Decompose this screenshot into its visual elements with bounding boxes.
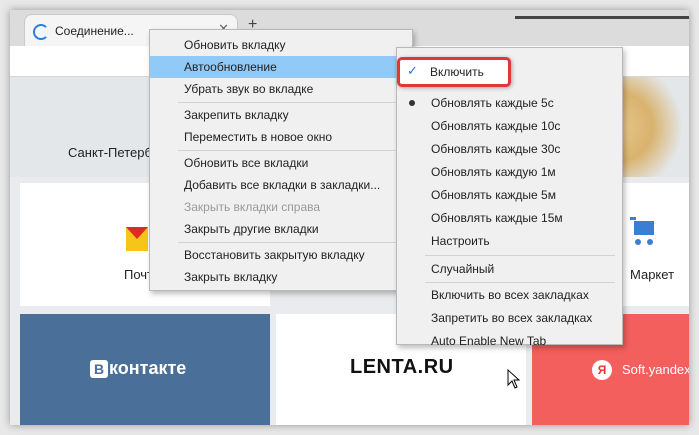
vk-logo: Вконтакте: [90, 358, 186, 379]
auto-refresh-submenu: Включить Обновлять каждые 5с Обновлять к…: [396, 47, 623, 348]
menu-item-label: Добавить все вкладки в закладки...: [184, 178, 381, 192]
submenu-item-label: Обновлять каждые 30с: [431, 142, 561, 156]
radio-dot-icon: [409, 100, 415, 106]
menu-item-reload-all[interactable]: Обновить все вкладки: [150, 152, 410, 174]
submenu-item-every-10s[interactable]: Обновлять каждые 10с: [397, 115, 620, 137]
submenu-item-label: Auto Enable New Tab: [431, 334, 547, 348]
submenu-item-enable-all[interactable]: Включить во всех закладках: [397, 284, 620, 306]
callout-label: Включить: [430, 65, 484, 79]
menu-separator: [425, 282, 615, 283]
tab-context-menu: Обновить вкладку Автообновление› Убрать …: [149, 29, 413, 291]
menu-separator: [178, 150, 406, 151]
menu-item-move-to-window[interactable]: Переместить в новое окно: [150, 126, 410, 148]
yandex-mail-icon: [126, 227, 148, 251]
menu-item-label: Восстановить закрытую вкладку: [184, 248, 365, 262]
browser-window: Соединение... ✕ + Санкт-Петербург Почта: [10, 10, 689, 425]
submenu-item-label: Обновлять каждые 5с: [431, 96, 554, 110]
tile-soft-label: Soft.yandex: [622, 362, 689, 377]
loading-spinner-icon: [33, 24, 49, 40]
menu-item-close-right: Закрыть вкладки справа: [150, 196, 410, 218]
mouse-cursor-icon: [507, 369, 521, 389]
cart-icon: [630, 217, 654, 245]
vk-logo-text: контакте: [109, 358, 187, 378]
menu-item-label: Закрыть вкладки справа: [184, 200, 321, 214]
menu-item-label: Закрыть другие вкладки: [184, 222, 319, 236]
menu-item-label: Убрать звук во вкладке: [184, 82, 314, 96]
checkmark-icon: ✓: [407, 63, 418, 78]
submenu-item-label: Включить во всех закладках: [431, 288, 589, 302]
menu-item-auto-refresh[interactable]: Автообновление›: [150, 56, 410, 78]
yandex-icon: Я: [592, 360, 612, 380]
enable-highlight-callout[interactable]: ✓ Включить: [397, 57, 511, 87]
window-edge: [515, 16, 689, 19]
menu-separator: [178, 102, 406, 103]
submenu-item-label: Обновлять каждые 15м: [431, 211, 563, 225]
submenu-item-every-1m[interactable]: Обновлять каждую 1м: [397, 161, 620, 183]
submenu-item-label: Обновлять каждую 1м: [431, 165, 556, 179]
submenu-item-auto-enable-new-tab[interactable]: Auto Enable New Tab: [397, 330, 620, 352]
menu-separator: [178, 242, 406, 243]
lenta-logo: LENTA.RU: [350, 356, 454, 378]
submenu-item-label: Запретить во всех закладках: [431, 311, 593, 325]
vk-b-icon: В: [90, 360, 108, 378]
menu-item-label: Переместить в новое окно: [184, 130, 333, 144]
tile-vk[interactable]: Вконтакте: [20, 314, 270, 425]
submenu-item-every-30s[interactable]: Обновлять каждые 30с: [397, 138, 620, 160]
submenu-item-label: Настроить: [431, 234, 490, 248]
submenu-item-random[interactable]: Случайный: [397, 258, 620, 280]
menu-item-label: Автообновление: [184, 60, 277, 74]
submenu-item-every-5s[interactable]: Обновлять каждые 5с: [397, 92, 620, 114]
submenu-item-label: Случайный: [431, 262, 495, 276]
submenu-item-every-15m[interactable]: Обновлять каждые 15м: [397, 207, 620, 229]
menu-item-label: Обновить вкладку: [184, 38, 286, 52]
submenu-item-label: Обновлять каждые 5м: [431, 188, 556, 202]
submenu-item-disable-all[interactable]: Запретить во всех закладках: [397, 307, 620, 329]
menu-item-close-tab[interactable]: Закрыть вкладку: [150, 266, 410, 288]
tile-market-label: Маркет: [630, 267, 675, 282]
menu-item-reload-tab[interactable]: Обновить вкладку: [150, 34, 410, 56]
tab-title: Соединение...: [55, 24, 134, 38]
menu-item-close-others[interactable]: Закрыть другие вкладки: [150, 218, 410, 240]
submenu-item-every-5m[interactable]: Обновлять каждые 5м: [397, 184, 620, 206]
submenu-item-configure[interactable]: Настроить: [397, 230, 620, 252]
menu-item-bookmark-all[interactable]: Добавить все вкладки в закладки...: [150, 174, 410, 196]
menu-item-label: Закрепить вкладку: [184, 108, 289, 122]
menu-item-label: Закрыть вкладку: [184, 270, 278, 284]
menu-item-pin-tab[interactable]: Закрепить вкладку: [150, 104, 410, 126]
menu-item-label: Обновить все вкладки: [184, 156, 309, 170]
menu-separator: [425, 255, 615, 256]
menu-item-restore-closed[interactable]: Восстановить закрытую вкладку: [150, 244, 410, 266]
menu-item-mute-tab[interactable]: Убрать звук во вкладке: [150, 78, 410, 100]
submenu-item-label: Обновлять каждые 10с: [431, 119, 561, 133]
